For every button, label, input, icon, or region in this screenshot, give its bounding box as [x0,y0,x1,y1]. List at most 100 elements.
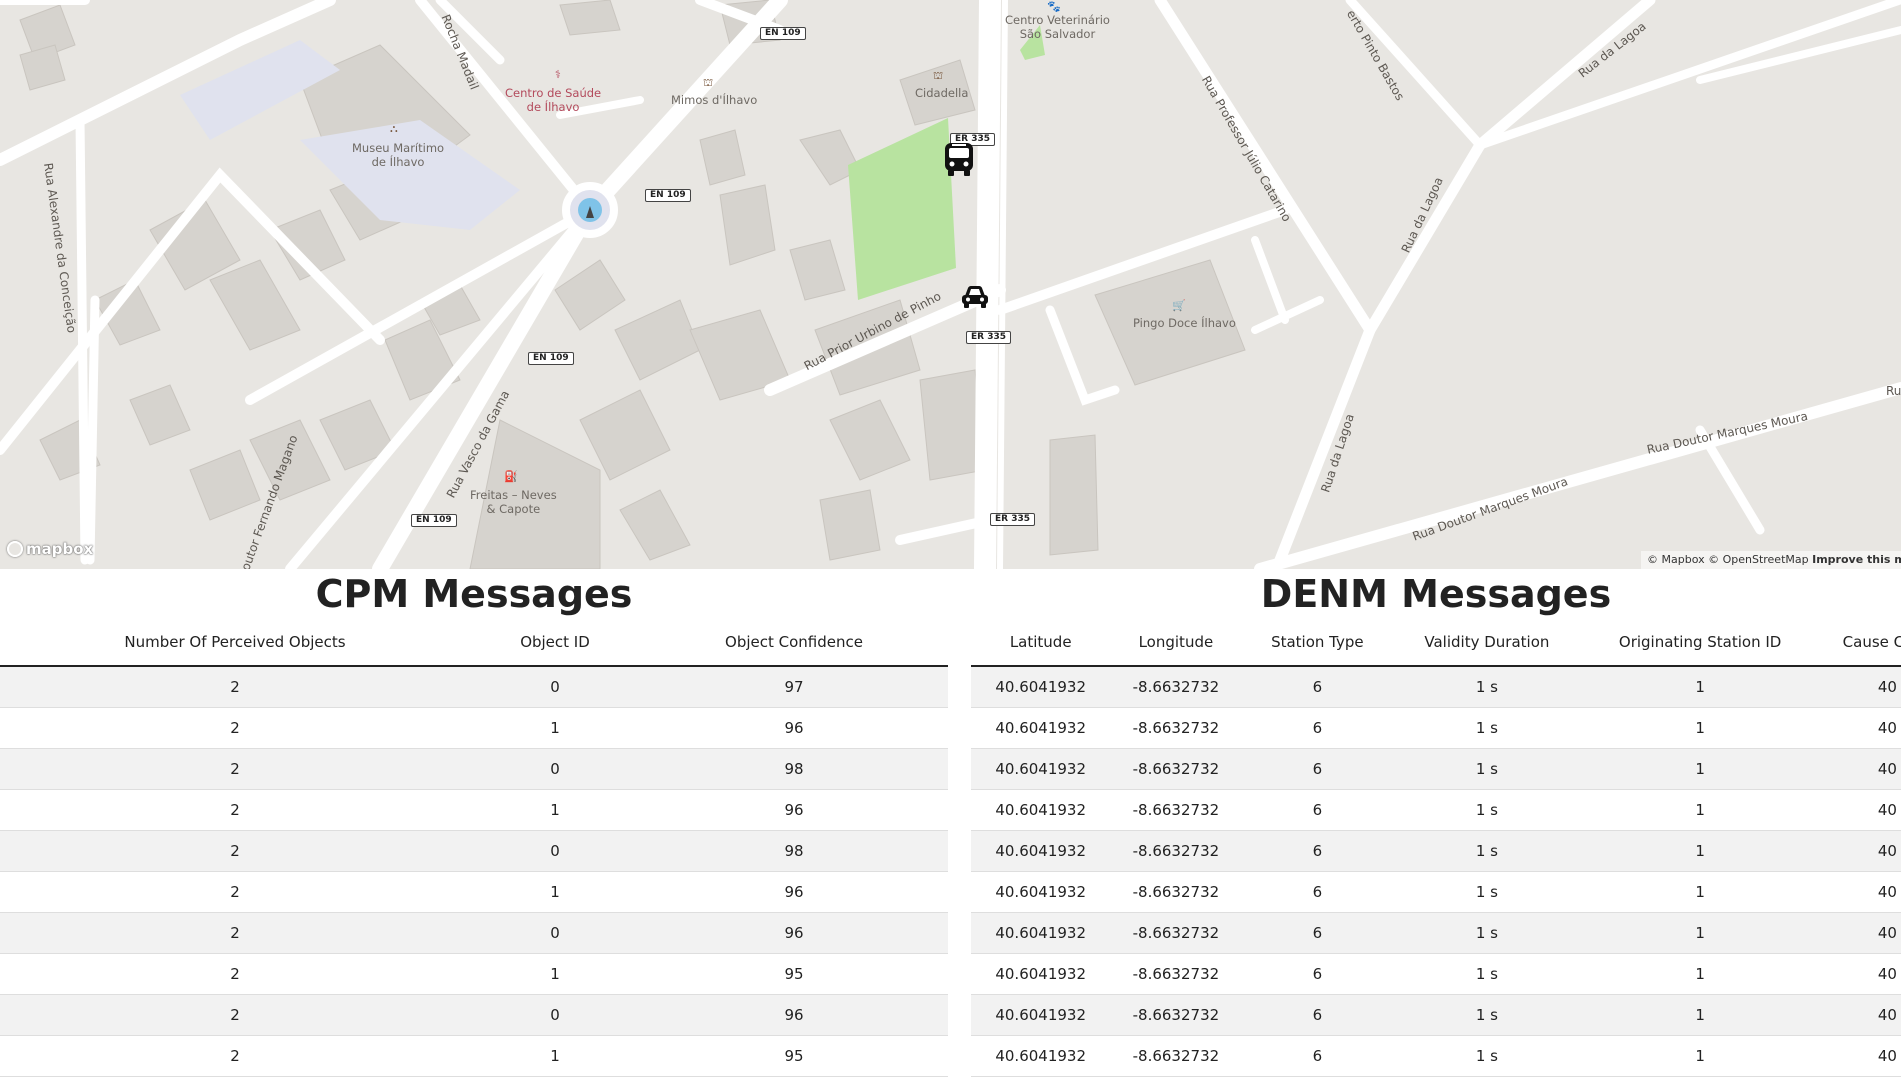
denm-table-cell: 40 [1819,789,1901,831]
denm-col-header[interactable]: Longitude [1110,619,1242,667]
cpm-table-row[interactable]: 2 0 98 [0,748,948,790]
cpm-col-header[interactable]: Number Of Perceived Objects [0,619,470,667]
denm-table-cell: 6 [1241,789,1394,831]
denm-col-header[interactable]: Latitude [971,619,1111,667]
cpm-table-row[interactable]: 2 0 98 [0,830,948,872]
cpm-table-cell: 1 [470,707,640,749]
cpm-table-cell: 0 [470,994,640,1036]
denm-table-cell: 40.6041932 [971,748,1111,790]
denm-table-row[interactable]: 40.6041932 -8.6632732 6 1 s 1 40 [971,871,1901,913]
cpm-table-row[interactable]: 2 1 95 [0,953,948,995]
denm-table-row[interactable]: 40.6041932 -8.6632732 6 1 s 1 40 [971,789,1901,831]
cpm-table-cell: 1 [470,953,640,995]
cpm-table-cell: 2 [0,748,470,790]
denm-table-row[interactable]: 40.6041932 -8.6632732 6 1 s 1 40 [971,953,1901,995]
denm-col-header[interactable]: Validity Duration [1393,619,1581,667]
denm-col-header[interactable]: Originating Station ID [1580,619,1820,667]
denm-col-header[interactable]: Cause Code [1819,619,1901,667]
cpm-table-cell: 96 [640,994,948,1036]
denm-table-row[interactable]: 40.6041932 -8.6632732 6 1 s 1 40 [971,1035,1901,1077]
shop-icon: ⛫ [933,69,944,82]
denm-table-cell: -8.6632732 [1110,1035,1242,1077]
denm-table-cell: 1 [1580,953,1820,995]
cpm-table-row[interactable]: 2 0 97 [0,666,948,708]
poi-label-mimos: Mimos d'Ílhavo [671,93,758,107]
denm-table-cell: 40.6041932 [971,871,1111,913]
attribution-text[interactable]: © Mapbox © OpenStreetMap [1647,553,1809,566]
denm-table-row[interactable]: 40.6041932 -8.6632732 6 1 s 1 40 [971,707,1901,749]
road-shield: EN 109 [528,352,574,365]
denm-table-row[interactable]: 40.6041932 -8.6632732 6 1 s 1 40 [971,830,1901,872]
hospital-icon: ⚕ [555,68,561,81]
denm-col-header[interactable]: Station Type [1241,619,1394,667]
denm-table-cell: -8.6632732 [1110,994,1242,1036]
vet-icon: 🐾 [1047,0,1061,13]
road-shield: ER 335 [966,331,1011,344]
cpm-header-row: Number Of Perceived Objects Object ID Ob… [0,619,948,667]
cpm-table-row[interactable]: 2 1 96 [0,707,948,749]
denm-title: DENM Messages [1260,572,1612,616]
cpm-table-row[interactable]: 2 1 96 [0,871,948,913]
cpm-table-cell: 96 [640,871,948,913]
denm-table-cell: 1 [1580,1035,1820,1077]
cpm-table-cell: 96 [640,912,948,954]
denm-table-cell: 1 [1580,748,1820,790]
grocery-icon: 🛒 [1172,299,1186,312]
denm-table-cell: 40.6041932 [971,953,1111,995]
denm-table: Latitude Longitude Station Type Validity… [971,619,1901,1077]
fuel-icon: ⛽ [504,470,518,483]
cpm-table-cell: 2 [0,707,470,749]
shop-icon: ⛫ [703,76,714,89]
road-shield: EN 109 [760,27,806,40]
cpm-table-row[interactable]: 2 0 96 [0,994,948,1036]
mapbox-logo[interactable]: mapbox [7,540,93,558]
cpm-table-cell: 1 [470,1035,640,1077]
denm-table-row[interactable]: 40.6041932 -8.6632732 6 1 s 1 40 [971,748,1901,790]
denm-header-row: Latitude Longitude Station Type Validity… [971,619,1901,667]
denm-table-cell: 6 [1241,912,1394,954]
cpm-table-cell: 2 [0,1035,470,1077]
denm-table-cell: -8.6632732 [1110,789,1242,831]
denm-table-cell: 6 [1241,953,1394,995]
road-shield: ER 335 [990,513,1035,526]
denm-table-cell: 40 [1819,912,1901,954]
denm-table-cell: 40.6041932 [971,912,1111,954]
cpm-table-cell: 0 [470,748,640,790]
denm-table-cell: 40 [1819,707,1901,749]
cpm-table: Number Of Perceived Objects Object ID Ob… [0,619,948,1077]
denm-table-cell: 1 [1580,707,1820,749]
cpm-table-cell: 98 [640,748,948,790]
denm-table-row[interactable]: 40.6041932 -8.6632732 6 1 s 1 40 [971,666,1901,708]
cpm-table-cell: 2 [0,666,470,708]
cpm-title: CPM Messages [315,572,633,616]
cpm-col-header[interactable]: Object Confidence [640,619,948,667]
denm-table-row[interactable]: 40.6041932 -8.6632732 6 1 s 1 40 [971,994,1901,1036]
cpm-table-row[interactable]: 2 1 96 [0,789,948,831]
cpm-table-row[interactable]: 2 0 96 [0,912,948,954]
denm-table-cell: 1 [1580,666,1820,708]
cpm-table-cell: 96 [640,789,948,831]
denm-table-row[interactable]: 40.6041932 -8.6632732 6 1 s 1 40 [971,912,1901,954]
denm-table-cell: 1 [1580,789,1820,831]
denm-table-cell: 40 [1819,953,1901,995]
poi-label-museu: Museu Marítimo de Ílhavo [352,141,445,169]
map-view[interactable]: Rua Alexandre da Conceição Rocha Madail … [0,0,1901,569]
road-shield: EN 109 [645,189,691,202]
denm-table-cell: 1 [1580,994,1820,1036]
denm-table-cell: 1 [1580,912,1820,954]
denm-table-cell: 6 [1241,871,1394,913]
denm-table-cell: 40.6041932 [971,666,1111,708]
cpm-table-row[interactable]: 2 1 95 [0,1035,948,1077]
cpm-table-cell: 98 [640,830,948,872]
denm-table-cell: 1 s [1393,830,1581,872]
map-attribution: © Mapbox © OpenStreetMap Improve this m [1641,551,1901,569]
denm-table-cell: 6 [1241,1035,1394,1077]
cpm-col-header[interactable]: Object ID [470,619,640,667]
denm-table-cell: 1 s [1393,748,1581,790]
denm-table-cell: 1 s [1393,789,1581,831]
denm-table-cell: 40 [1819,871,1901,913]
improve-map-link[interactable]: Improve this m [1812,553,1901,566]
denm-table-cell: 40 [1819,994,1901,1036]
denm-table-cell: -8.6632732 [1110,830,1242,872]
cpm-table-cell: 0 [470,666,640,708]
